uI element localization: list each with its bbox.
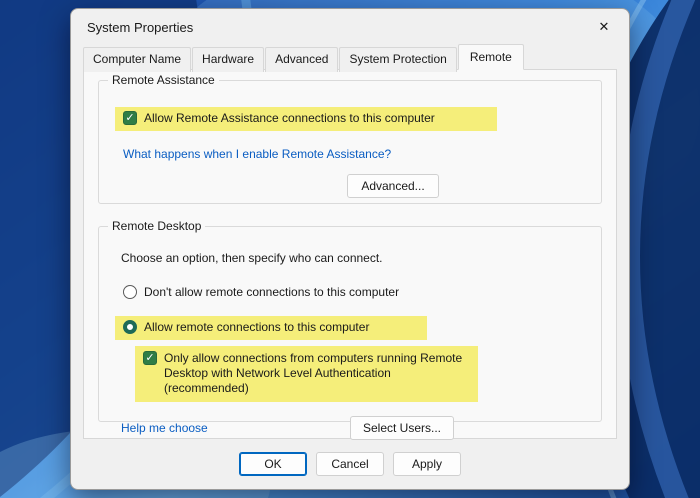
check-icon: ✓ [145,353,154,364]
close-icon: ✕ [599,19,610,35]
remote-assistance-checkbox-row: ✓ Allow Remote Assistance connections to… [115,107,589,131]
allow-radio[interactable] [123,320,137,334]
remote-assistance-group-title: Remote Assistance [108,73,219,87]
highlight-allow-radio: Allow remote connections to this compute… [115,316,427,340]
remote-assistance-link-row: What happens when I enable Remote Assist… [123,147,589,161]
advanced-button[interactable]: Advanced... [347,174,439,198]
check-icon: ✓ [125,113,134,124]
dont-allow-radio[interactable] [123,285,137,299]
window-title: System Properties [87,20,193,35]
highlight-remote-assistance: ✓ Allow Remote Assistance connections to… [115,107,497,131]
allow-radio-row: Allow remote connections to this compute… [115,316,589,340]
tab-hardware[interactable]: Hardware [192,47,264,72]
titlebar: System Properties ✕ [71,9,629,45]
nla-checkbox-label[interactable]: Only allow connections from computers ru… [164,351,464,396]
remote-desktop-group: Remote Desktop Choose an option, then sp… [98,226,602,422]
tab-page-remote: Remote Assistance ✓ Allow Remote Assista… [83,69,617,439]
close-button[interactable]: ✕ [585,13,623,41]
apply-button[interactable]: Apply [393,452,461,476]
nla-checkbox-row: ✓ Only allow connections from computers … [135,346,589,402]
cancel-button[interactable]: Cancel [316,452,384,476]
dont-allow-radio-label[interactable]: Don't allow remote connections to this c… [144,285,399,300]
tab-remote[interactable]: Remote [458,44,524,70]
dont-allow-radio-row: Don't allow remote connections to this c… [123,285,589,300]
remote-assistance-checkbox-label[interactable]: Allow Remote Assistance connections to t… [144,111,435,126]
remote-assistance-button-row: Advanced... [111,174,589,198]
remote-assistance-help-link[interactable]: What happens when I enable Remote Assist… [123,147,391,161]
help-me-choose-link[interactable]: Help me choose [121,421,208,435]
tab-strip: Computer Name Hardware Advanced System P… [71,45,629,70]
remote-desktop-instruction: Choose an option, then specify who can c… [121,251,589,265]
remote-assistance-group: Remote Assistance ✓ Allow Remote Assista… [98,80,602,204]
tab-computer-name[interactable]: Computer Name [83,47,191,72]
nla-checkbox[interactable]: ✓ [143,351,157,365]
remote-desktop-bottom-row: Help me choose Select Users... [111,416,589,440]
ok-button[interactable]: OK [239,452,307,476]
system-properties-dialog: System Properties ✕ Computer Name Hardwa… [70,8,630,490]
dialog-footer: OK Cancel Apply [71,452,629,476]
remote-desktop-group-title: Remote Desktop [108,219,205,233]
allow-radio-label[interactable]: Allow remote connections to this compute… [144,320,369,335]
tab-advanced[interactable]: Advanced [265,47,338,72]
remote-assistance-checkbox[interactable]: ✓ [123,111,137,125]
select-users-button[interactable]: Select Users... [350,416,454,440]
tab-system-protection[interactable]: System Protection [339,47,456,72]
highlight-nla-checkbox: ✓ Only allow connections from computers … [135,346,478,402]
